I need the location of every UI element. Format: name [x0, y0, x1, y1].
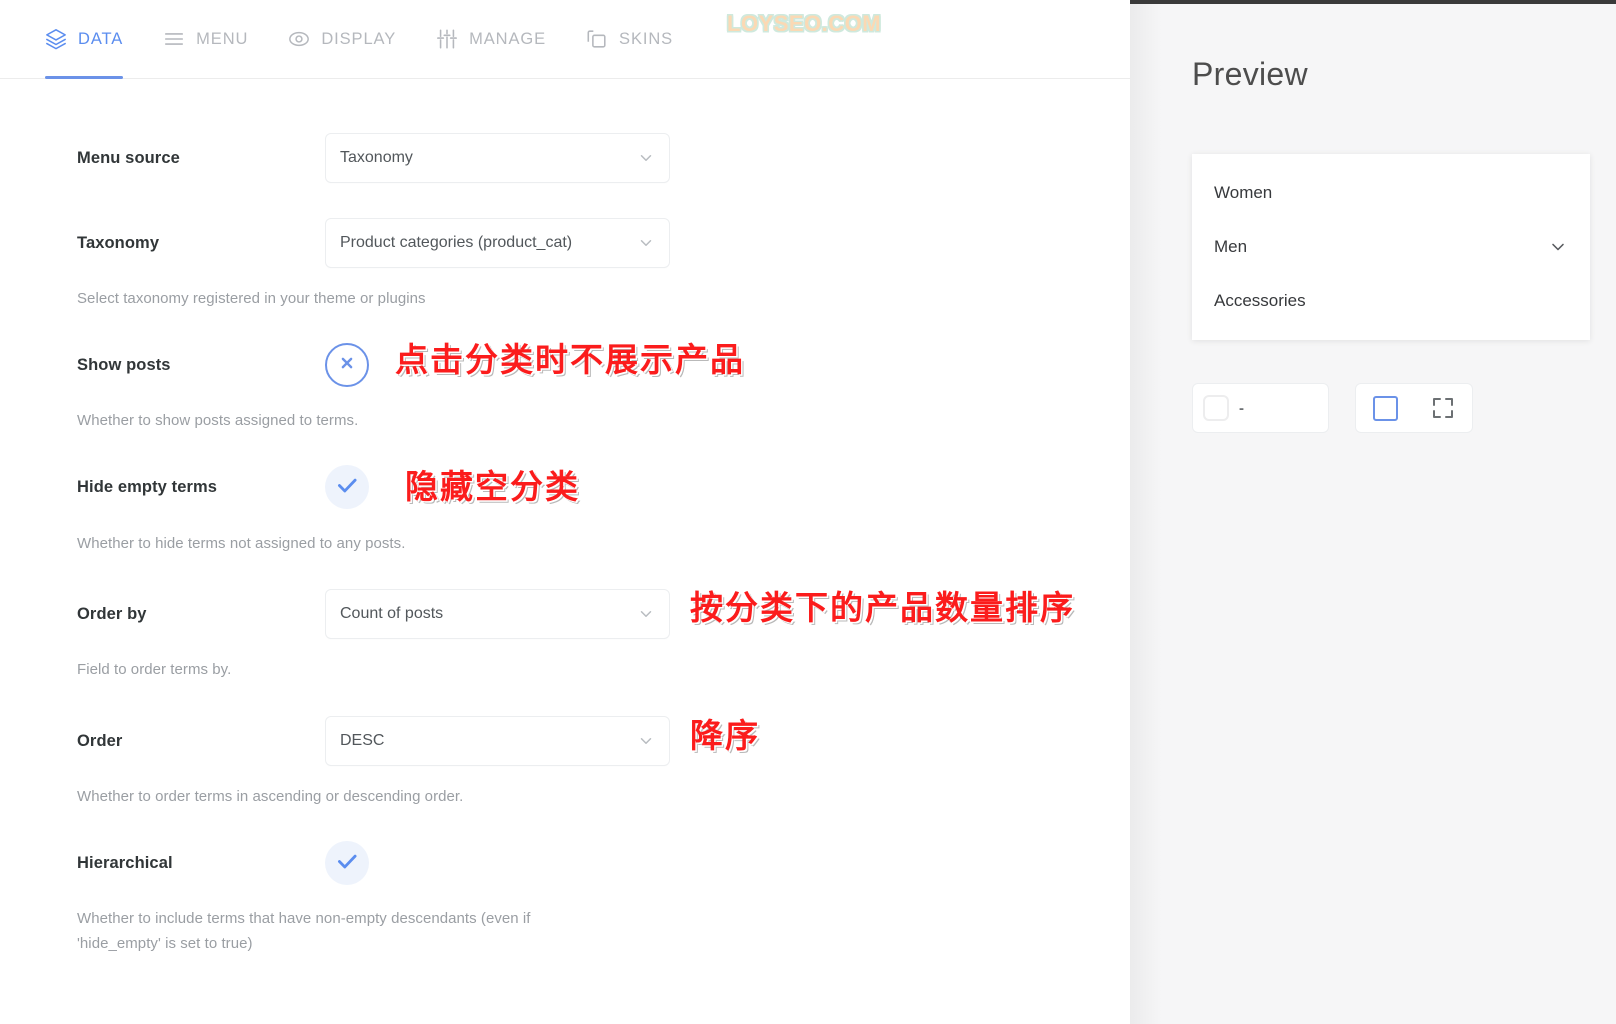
tab-manage[interactable]: MANAGE — [436, 0, 546, 79]
menu-source-label: Menu source — [77, 148, 180, 167]
order-help: Whether to order terms in ascending or d… — [77, 788, 464, 805]
tab-skins[interactable]: SKINS — [586, 0, 673, 79]
square-icon[interactable] — [1203, 395, 1229, 421]
preview-menu-item-accessories[interactable]: Accessories — [1192, 274, 1590, 328]
annotation-show-posts: 点击分类时不展示产品 — [395, 340, 745, 379]
show-posts-toggle[interactable] — [325, 343, 369, 387]
field-hierarchical: Hierarchical — [77, 841, 369, 885]
square-icon[interactable] — [1372, 395, 1398, 421]
annotation-order: 降序 — [690, 716, 760, 755]
plugin-settings-screen: DATA MENU DISPLAY MANAGE SKINS LOYSEO.CO… — [0, 0, 1616, 1024]
order-select[interactable]: DESC — [325, 716, 670, 766]
preview-view-group — [1355, 383, 1473, 433]
copy-icon — [586, 28, 608, 50]
taxonomy-select[interactable]: Product categories (product_cat) — [325, 218, 670, 268]
chevron-down-icon — [637, 605, 655, 623]
hierarchical-help-line2: 'hide_empty' is set to true) — [77, 935, 253, 952]
data-settings-form: Menu source Taxonomy Taxonomy Product ca… — [0, 79, 1130, 1024]
field-hide-empty-terms: Hide empty terms — [77, 465, 369, 509]
tab-bar: DATA MENU DISPLAY MANAGE SKINS LOYSEO.CO… — [0, 0, 1130, 79]
field-order-by: Order by Count of posts — [77, 589, 670, 639]
field-order: Order DESC — [77, 716, 670, 766]
check-icon — [334, 472, 360, 503]
preview-menu-item-label: Accessories — [1214, 291, 1306, 310]
chevron-down-icon — [637, 149, 655, 167]
taxonomy-help: Select taxonomy registered in your theme… — [77, 290, 426, 307]
hierarchical-help-line1: Whether to include terms that have non-e… — [77, 910, 531, 927]
taxonomy-label: Taxonomy — [77, 233, 160, 252]
hierarchical-label: Hierarchical — [77, 853, 173, 872]
tab-display-label: DISPLAY — [321, 29, 397, 48]
tab-menu-label: MENU — [196, 29, 249, 48]
preview-menu-item-men[interactable]: Men — [1192, 220, 1590, 274]
order-by-help: Field to order terms by. — [77, 661, 232, 678]
chevron-down-icon — [637, 732, 655, 750]
tab-skins-label: SKINS — [619, 29, 674, 48]
chevron-down-icon — [637, 234, 655, 252]
menu-source-value: Taxonomy — [340, 149, 413, 166]
check-icon — [334, 848, 360, 879]
field-taxonomy: Taxonomy Product categories (product_cat… — [77, 218, 670, 268]
chevron-down-icon[interactable] — [1548, 237, 1568, 257]
tab-display[interactable]: DISPLAY — [288, 0, 396, 79]
eye-icon — [288, 28, 310, 50]
order-by-label: Order by — [77, 604, 147, 623]
order-value: DESC — [340, 732, 385, 749]
hide-empty-terms-label: Hide empty terms — [77, 477, 218, 496]
preview-menu-item-women[interactable]: Women — [1192, 166, 1590, 220]
preview-title: Preview — [1192, 56, 1308, 92]
site-watermark: LOYSEO.COM — [727, 11, 882, 36]
sliders-icon — [436, 28, 458, 50]
layers-icon — [45, 28, 67, 50]
hierarchical-toggle[interactable] — [325, 841, 369, 885]
preview-menu-item-label: Women — [1214, 183, 1273, 202]
preview-menu-card: Women Men Accessories — [1192, 154, 1590, 340]
hamburger-icon — [163, 28, 185, 50]
show-posts-label: Show posts — [77, 355, 171, 374]
order-label: Order — [77, 731, 123, 750]
preview-device-group: - — [1192, 383, 1329, 433]
annotation-order-by: 按分类下的产品数量排序 — [690, 588, 1075, 627]
annotation-hide-empty-terms: 隐藏空分类 — [405, 467, 580, 506]
tab-data[interactable]: DATA — [45, 0, 124, 79]
taxonomy-value: Product categories (product_cat) — [340, 234, 573, 251]
preview-menu-item-label: Men — [1214, 237, 1248, 256]
field-show-posts: Show posts — [77, 343, 369, 387]
panel-divider — [1130, 4, 1162, 1024]
device-width-value: - — [1239, 399, 1244, 417]
hide-empty-terms-toggle[interactable] — [325, 465, 369, 509]
show-posts-help: Whether to show posts assigned to terms. — [77, 412, 359, 429]
order-by-value: Count of posts — [340, 605, 444, 622]
hide-empty-terms-help: Whether to hide terms not assigned to an… — [77, 535, 406, 552]
tab-manage-label: MANAGE — [469, 29, 547, 48]
order-by-select[interactable]: Count of posts — [325, 589, 670, 639]
tab-menu[interactable]: MENU — [163, 0, 248, 79]
preview-panel: Preview Women Men Accessories - — [1130, 0, 1616, 1024]
circle-x-icon — [336, 352, 358, 379]
field-menu-source: Menu source Taxonomy — [77, 133, 670, 183]
settings-panel: DATA MENU DISPLAY MANAGE SKINS LOYSEO.CO… — [0, 0, 1130, 1024]
menu-source-select[interactable]: Taxonomy — [325, 133, 670, 183]
tab-data-label: DATA — [78, 29, 124, 48]
fullscreen-icon[interactable] — [1431, 396, 1455, 420]
